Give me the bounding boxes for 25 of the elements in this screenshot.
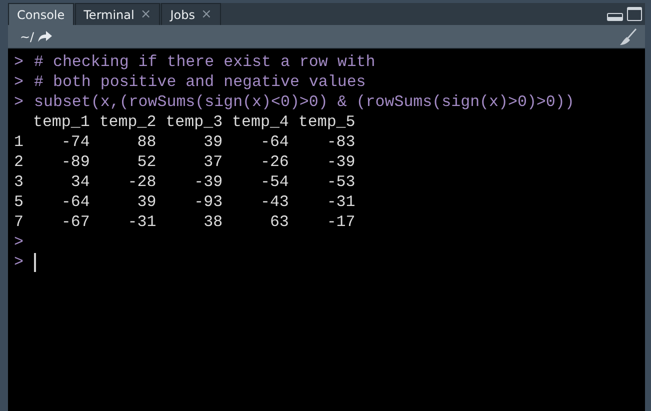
command-text: # both positive and negative values — [34, 73, 366, 91]
output-text: 1 -74 88 39 -64 -83 — [14, 133, 356, 151]
share-arrow-icon[interactable] — [38, 31, 52, 42]
prompt: > — [14, 93, 24, 111]
output-text: temp_1 temp_2 temp_3 temp_4 temp_5 — [32, 113, 356, 131]
prompt: > — [14, 73, 24, 91]
working-directory: ~/ — [20, 30, 34, 44]
prompt: > — [14, 253, 24, 271]
output-text: 3 34 -28 -39 -54 -53 — [14, 173, 356, 191]
minimize-icon[interactable] — [607, 13, 623, 21]
output-text: 2 -89 52 37 -26 -39 — [14, 153, 356, 171]
close-icon[interactable]: × — [140, 7, 152, 22]
maximize-icon[interactable] — [627, 7, 642, 21]
command-text: subset(x,(rowSums(sign(x)<0)>0) & (rowSums(sign(x)>0)>0)) — [34, 93, 574, 111]
console-tab[interactable]: Terminal × — [74, 3, 160, 25]
broom-icon[interactable] — [619, 28, 637, 46]
close-icon[interactable]: × — [201, 7, 212, 22]
console-tab[interactable]: Jobs × — [161, 3, 221, 25]
text-cursor — [34, 252, 36, 272]
output-text: 7 -67 -31 38 63 -17 — [14, 213, 356, 231]
command-text: # checking if there exist a row with — [34, 53, 376, 71]
prompt: > — [14, 233, 24, 251]
prompt: > — [14, 53, 24, 71]
output-text: 5 -64 39 -93 -43 -31 — [14, 193, 356, 211]
console-tab[interactable]: Console — [8, 3, 74, 25]
